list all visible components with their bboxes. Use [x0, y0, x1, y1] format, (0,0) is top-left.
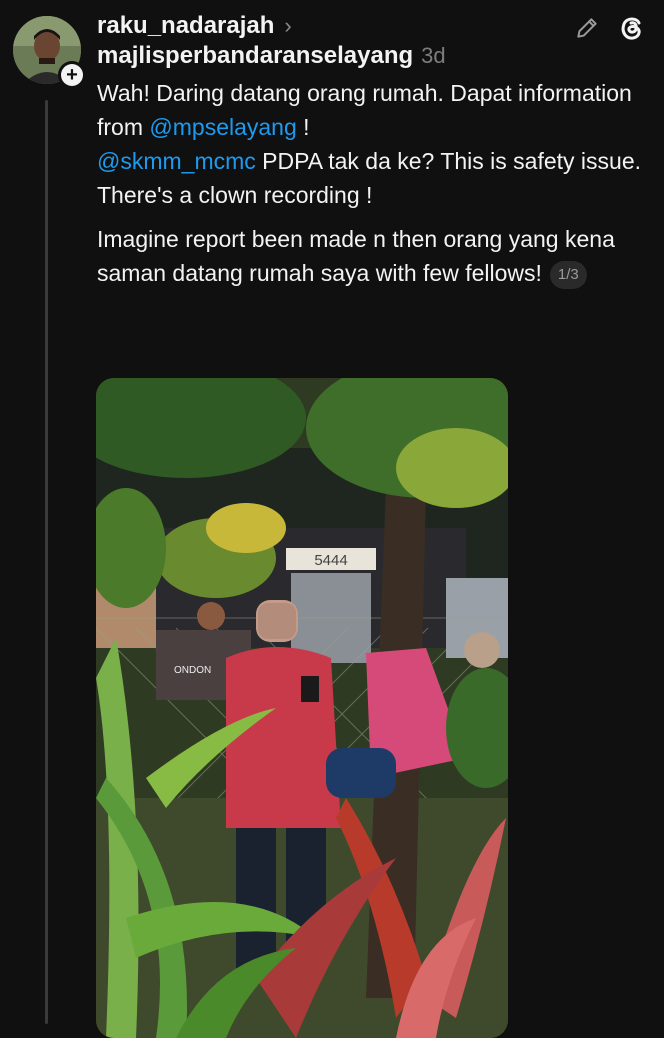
post-text-segment: PDPA tak da ke? This is safety issue.: [255, 148, 641, 174]
pencil-icon[interactable]: [574, 15, 600, 46]
post-actions: [574, 14, 646, 47]
page-indicator: 1/3: [549, 260, 587, 289]
reply-to-username[interactable]: majlisperbandaranselayang: [97, 42, 413, 70]
chevron-right-icon: ›: [284, 13, 292, 38]
post-paragraph-1: Wah! Daring datang orang rumah. Dapat in…: [97, 76, 642, 178]
sign-text: 5444: [314, 552, 347, 569]
timestamp: 3d: [421, 43, 446, 68]
username[interactable]: raku_nadarajah: [97, 12, 274, 40]
post-paragraph-3: Imagine report been made n then orang ya…: [97, 222, 642, 290]
post-image[interactable]: 5444 ONDON: [96, 378, 508, 1038]
threads-logo-icon[interactable]: [618, 14, 646, 47]
plus-icon: +: [61, 64, 83, 86]
post-text-segment: Imagine report been made n then orang ya…: [97, 226, 615, 286]
follow-button[interactable]: +: [58, 61, 86, 89]
post-body: Wah! Daring datang orang rumah. Dapat in…: [97, 76, 642, 290]
mention-link[interactable]: @skmm_mcmc: [97, 148, 256, 174]
post-header: raku_nadarajah › majlisperbandaranselaya…: [97, 10, 644, 74]
mention-link[interactable]: @mpselayang: [149, 114, 296, 140]
post-paragraph-2: There's a clown recording !: [97, 182, 373, 208]
thread-line: [45, 100, 48, 1024]
post-text-segment: !: [296, 114, 310, 140]
shirt-text: ONDON: [174, 665, 211, 676]
